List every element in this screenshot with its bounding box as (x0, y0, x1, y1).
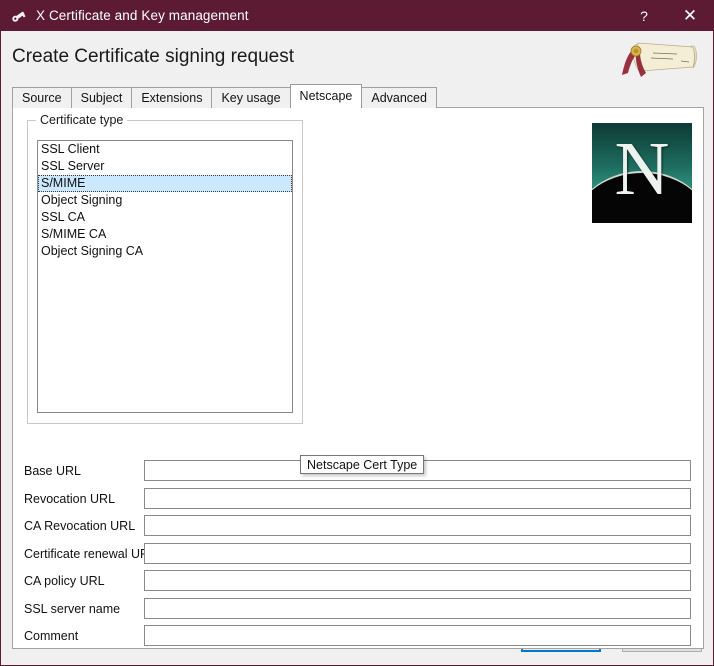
list-item[interactable]: SSL Server (38, 158, 292, 175)
ssl-server-name-label: SSL server name (24, 602, 120, 616)
comment-label: Comment (24, 629, 78, 643)
certificate-type-label: Certificate type (36, 113, 127, 127)
ca-revocation-url-input[interactable] (144, 515, 691, 536)
tab-netscape[interactable]: Netscape (290, 84, 363, 108)
netscape-url-form: Base URL Revocation URL CA Revocation UR… (13, 460, 705, 653)
netscape-logo-letter: N (592, 131, 692, 207)
list-item[interactable]: SSL CA (38, 209, 292, 226)
form-row: CA policy URL (13, 570, 705, 598)
title-bar: X Certificate and Key management ? ✕ (1, 0, 713, 31)
base-url-label: Base URL (24, 464, 81, 478)
tab-advanced[interactable]: Advanced (361, 87, 437, 108)
page-title: Create Certificate signing request (12, 46, 294, 68)
certificate-scroll-logo (605, 33, 705, 83)
form-row: Revocation URL (13, 488, 705, 516)
ssl-server-name-input[interactable] (144, 598, 691, 619)
form-row: Comment (13, 625, 705, 653)
help-button[interactable]: ? (621, 0, 667, 31)
key-icon (10, 7, 28, 25)
client-area: Create Certificate signing request (1, 31, 713, 664)
ca-revocation-url-label: CA Revocation URL (24, 519, 135, 533)
list-item[interactable]: S/MIME CA (38, 226, 292, 243)
application-window: X Certificate and Key management ? ✕ Cre… (0, 0, 714, 666)
tab-subject[interactable]: Subject (71, 87, 133, 108)
list-item[interactable]: Object Signing (38, 192, 292, 209)
tooltip: Netscape Cert Type (300, 455, 424, 474)
tab-extensions[interactable]: Extensions (131, 87, 212, 108)
comment-input[interactable] (144, 625, 691, 646)
close-button[interactable]: ✕ (667, 0, 713, 31)
window-controls: ? ✕ (621, 0, 713, 31)
revocation-url-input[interactable] (144, 488, 691, 509)
tab-source[interactable]: Source (12, 87, 72, 108)
form-row: CA Revocation URL (13, 515, 705, 543)
certificate-type-group: Certificate type SSL Client SSL Server S… (27, 120, 303, 424)
list-item[interactable]: S/MIME (38, 175, 292, 192)
revocation-url-label: Revocation URL (24, 492, 115, 506)
certificate-renewal-url-label: Certificate renewal URL (24, 547, 156, 561)
certificate-type-list[interactable]: SSL Client SSL Server S/MIME Object Sign… (37, 140, 293, 413)
certificate-renewal-url-input[interactable] (144, 543, 691, 564)
form-row: SSL server name (13, 598, 705, 626)
netscape-logo-image: N (592, 123, 692, 223)
ca-policy-url-input[interactable] (144, 570, 691, 591)
window-title: X Certificate and Key management (36, 8, 249, 23)
tab-bar: Source Subject Extensions Key usage Nets… (12, 86, 436, 108)
form-row: Certificate renewal URL (13, 543, 705, 571)
page-header: Create Certificate signing request (1, 31, 713, 84)
netscape-logo: N (589, 120, 695, 226)
ca-policy-url-label: CA policy URL (24, 574, 105, 588)
list-item[interactable]: SSL Client (38, 141, 292, 158)
netscape-tab-panel: Certificate type SSL Client SSL Server S… (12, 107, 704, 649)
tab-key-usage[interactable]: Key usage (211, 87, 290, 108)
list-item[interactable]: Object Signing CA (38, 243, 292, 260)
